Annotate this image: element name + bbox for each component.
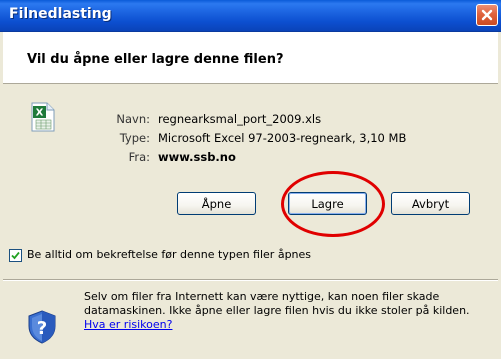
close-button[interactable] xyxy=(476,4,498,26)
from-label: Fra: xyxy=(128,150,150,164)
file-details: Navn: regnearksmal_port_2009.xls Type: M… xyxy=(80,112,500,182)
save-button[interactable]: Lagre xyxy=(288,192,367,215)
security-warning: Selv om filer fra Internett kan være nyt… xyxy=(84,290,484,332)
security-shield-icon: ? xyxy=(28,310,56,344)
download-dialog: Filnedlasting Vil du åpne eller lagre de… xyxy=(0,0,501,359)
dialog-body: Vil du åpne eller lagre denne filen? X N… xyxy=(3,32,498,356)
file-source: www.ssb.no xyxy=(158,150,236,164)
name-label: Navn: xyxy=(116,112,150,126)
question-band: Vil du åpne eller lagre denne filen? xyxy=(3,32,498,84)
svg-text:X: X xyxy=(36,108,44,119)
file-name: regnearksmal_port_2009.xls xyxy=(158,112,322,126)
separator xyxy=(3,279,498,281)
dialog-question: Vil du åpne eller lagre denne filen? xyxy=(27,52,284,67)
close-x-icon xyxy=(481,9,493,21)
excel-file-icon: X xyxy=(31,102,55,132)
cancel-button[interactable]: Avbryt xyxy=(391,192,470,215)
risk-link[interactable]: Hva er risikoen? xyxy=(84,318,172,331)
warning-text: Selv om filer fra Internett kan være nyt… xyxy=(84,290,470,317)
svg-text:?: ? xyxy=(37,318,47,339)
file-type: Microsoft Excel 97-2003-regneark, 3,10 M… xyxy=(158,131,407,145)
type-label: Type: xyxy=(119,131,150,145)
checkmark-icon xyxy=(11,251,20,260)
window-title: Filnedlasting xyxy=(9,6,112,22)
confirm-checkbox[interactable] xyxy=(9,249,22,262)
confirm-checkbox-label[interactable]: Be alltid om bekreftelse før denne typen… xyxy=(27,248,311,261)
open-button[interactable]: Åpne xyxy=(177,192,256,215)
title-bar[interactable]: Filnedlasting xyxy=(0,0,501,32)
